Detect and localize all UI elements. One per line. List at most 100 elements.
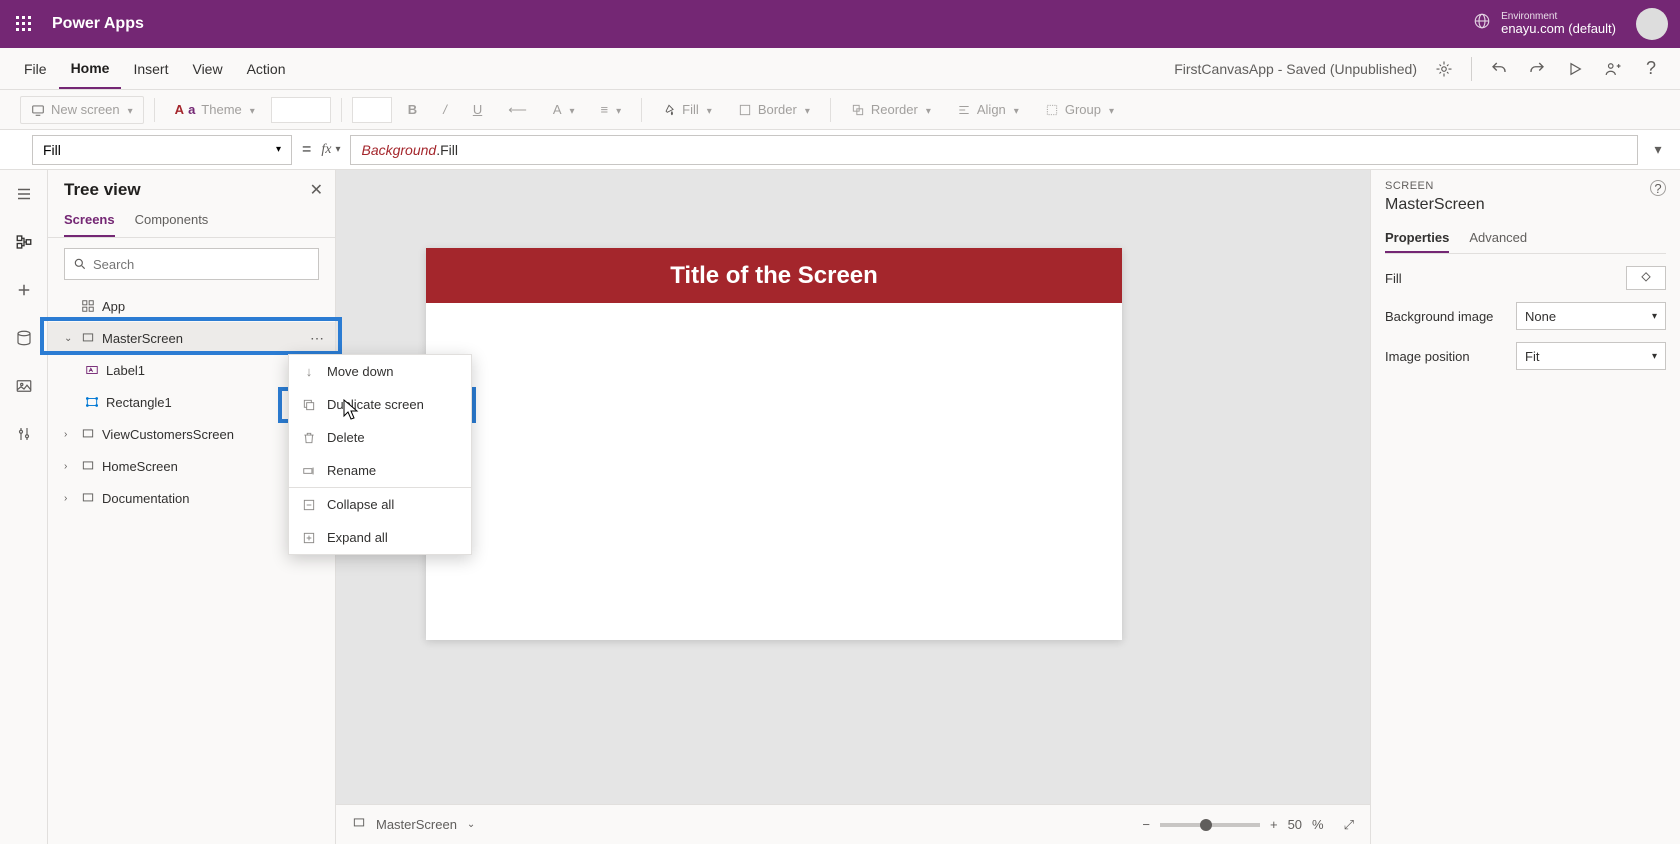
screen-icon bbox=[80, 458, 96, 474]
font-size-input[interactable] bbox=[271, 97, 331, 123]
screen-icon bbox=[80, 490, 96, 506]
brand-label: Power Apps bbox=[52, 15, 144, 33]
advanced-tools-icon[interactable] bbox=[8, 418, 40, 450]
media-icon[interactable] bbox=[8, 370, 40, 402]
rectangle-icon bbox=[84, 394, 100, 410]
redo-icon[interactable] bbox=[1520, 52, 1554, 86]
tab-advanced[interactable]: Advanced bbox=[1469, 224, 1527, 253]
theme-button[interactable]: Aa Theme bbox=[165, 96, 265, 124]
app-header: Power Apps Environment enayu.com (defaul… bbox=[0, 0, 1680, 48]
canvas-viewport[interactable]: Title of the Screen bbox=[336, 170, 1370, 804]
reorder-button[interactable]: Reorder bbox=[841, 96, 941, 124]
formula-expand-icon[interactable]: ▾ bbox=[1648, 141, 1668, 158]
prop-bgimage-label: Background image bbox=[1385, 309, 1493, 324]
zoom-suffix: % bbox=[1312, 817, 1324, 832]
menu-file[interactable]: File bbox=[12, 48, 59, 89]
align-text-button[interactable]: ≡ bbox=[591, 96, 632, 124]
rename-icon bbox=[301, 464, 317, 478]
zoom-in-button[interactable]: + bbox=[1270, 817, 1278, 832]
duplicate-icon bbox=[301, 398, 317, 412]
cm-expand-all[interactable]: Expand all bbox=[289, 521, 471, 554]
screen-preview[interactable]: Title of the Screen bbox=[426, 248, 1122, 640]
screen-icon bbox=[80, 330, 96, 346]
waffle-icon[interactable] bbox=[12, 12, 36, 36]
info-icon[interactable]: ? bbox=[1650, 180, 1666, 196]
zoom-value: 50 bbox=[1288, 817, 1302, 832]
data-icon[interactable] bbox=[8, 322, 40, 354]
menu-insert[interactable]: Insert bbox=[121, 48, 180, 89]
play-icon[interactable] bbox=[1558, 52, 1592, 86]
fx-icon[interactable]: fx ▾ bbox=[321, 142, 340, 158]
tree-search[interactable] bbox=[64, 248, 319, 280]
tree-view-icon[interactable] bbox=[8, 226, 40, 258]
prop-imgpos-label: Image position bbox=[1385, 349, 1470, 364]
zoom-slider[interactable] bbox=[1160, 823, 1260, 827]
insert-icon[interactable] bbox=[8, 274, 40, 306]
search-icon bbox=[73, 257, 87, 271]
tree-title: Tree view bbox=[64, 180, 141, 200]
cm-collapse-all[interactable]: Collapse all bbox=[289, 488, 471, 521]
ribbon-toolbar: New screen Aa Theme B / U ⟵ A ≡ Fill Bor… bbox=[0, 90, 1680, 130]
imgpos-dropdown[interactable]: Fit▾ bbox=[1516, 342, 1666, 370]
properties-screen-name: MasterScreen bbox=[1385, 196, 1485, 214]
screen-title-label: Title of the Screen bbox=[426, 248, 1122, 303]
menu-action[interactable]: Action bbox=[235, 48, 298, 89]
tab-properties[interactable]: Properties bbox=[1385, 224, 1449, 253]
cm-delete[interactable]: Delete bbox=[289, 421, 471, 454]
tree-item-masterscreen[interactable]: ⌄ MasterScreen ⋯ bbox=[48, 322, 335, 354]
undo-icon[interactable] bbox=[1482, 52, 1516, 86]
delete-icon bbox=[301, 431, 317, 445]
tree-item-app[interactable]: App bbox=[48, 290, 335, 322]
hamburger-icon[interactable] bbox=[8, 178, 40, 210]
screen-icon bbox=[80, 426, 96, 442]
menu-home[interactable]: Home bbox=[59, 48, 122, 89]
font-color-button[interactable]: A bbox=[543, 96, 585, 124]
font-color-box[interactable] bbox=[352, 97, 392, 123]
formula-bar: Fill▾ = fx ▾ Background.Fill ▾ bbox=[0, 130, 1680, 170]
bgimage-dropdown[interactable]: None▾ bbox=[1516, 302, 1666, 330]
cm-duplicate[interactable]: Duplicate screen bbox=[289, 388, 471, 421]
tab-components[interactable]: Components bbox=[135, 204, 209, 237]
app-checker-icon[interactable] bbox=[1427, 52, 1461, 86]
close-icon[interactable]: ✕ bbox=[310, 180, 323, 200]
environment-label: Environment bbox=[1501, 11, 1616, 22]
fill-button[interactable]: Fill bbox=[652, 96, 722, 124]
app-status: FirstCanvasApp - Saved (Unpublished) bbox=[1174, 61, 1427, 77]
property-dropdown[interactable]: Fill▾ bbox=[32, 135, 292, 165]
align-button[interactable]: Align bbox=[947, 96, 1029, 124]
app-icon bbox=[80, 298, 96, 314]
collapse-icon bbox=[301, 498, 317, 512]
canvas-footer: MasterScreen ⌄ − + 50 % ⤢ bbox=[336, 804, 1370, 844]
context-menu: ↓ Move down Duplicate screen Delete Rena… bbox=[288, 354, 472, 555]
section-label: SCREEN bbox=[1385, 180, 1485, 192]
cm-move-down[interactable]: ↓ Move down bbox=[289, 355, 471, 388]
group-button[interactable]: Group bbox=[1035, 96, 1124, 124]
left-rail bbox=[0, 170, 48, 844]
menu-view[interactable]: View bbox=[180, 48, 234, 89]
share-icon[interactable] bbox=[1596, 52, 1630, 86]
strikethrough-button[interactable]: ⟵ bbox=[498, 96, 537, 124]
footer-screen-name[interactable]: MasterScreen bbox=[376, 817, 457, 832]
globe-icon bbox=[1473, 12, 1491, 35]
canvas-area: Title of the Screen MasterScreen ⌄ − + 5… bbox=[336, 170, 1370, 844]
avatar[interactable] bbox=[1636, 8, 1668, 40]
fill-swatch[interactable] bbox=[1626, 266, 1666, 290]
environment-name: enayu.com (default) bbox=[1501, 22, 1616, 36]
cm-rename[interactable]: Rename bbox=[289, 454, 471, 487]
properties-panel: SCREEN MasterScreen ? Properties Advance… bbox=[1370, 170, 1680, 844]
environment-picker[interactable]: Environment enayu.com (default) bbox=[1473, 11, 1616, 36]
new-screen-button[interactable]: New screen bbox=[20, 96, 144, 124]
help-icon[interactable]: ? bbox=[1634, 52, 1668, 86]
fullscreen-icon[interactable]: ⤢ bbox=[1344, 817, 1354, 833]
formula-input[interactable]: Background.Fill bbox=[350, 135, 1638, 165]
tab-screens[interactable]: Screens bbox=[64, 204, 115, 237]
border-button[interactable]: Border bbox=[728, 96, 820, 124]
theme-label: Theme bbox=[201, 102, 241, 117]
equals-label: = bbox=[302, 141, 311, 159]
search-input[interactable] bbox=[93, 257, 310, 272]
bold-button[interactable]: B bbox=[398, 96, 427, 124]
italic-button[interactable]: / bbox=[433, 96, 457, 124]
more-icon[interactable]: ⋯ bbox=[310, 330, 325, 347]
underline-button[interactable]: U bbox=[463, 96, 492, 124]
zoom-out-button[interactable]: − bbox=[1142, 817, 1150, 832]
